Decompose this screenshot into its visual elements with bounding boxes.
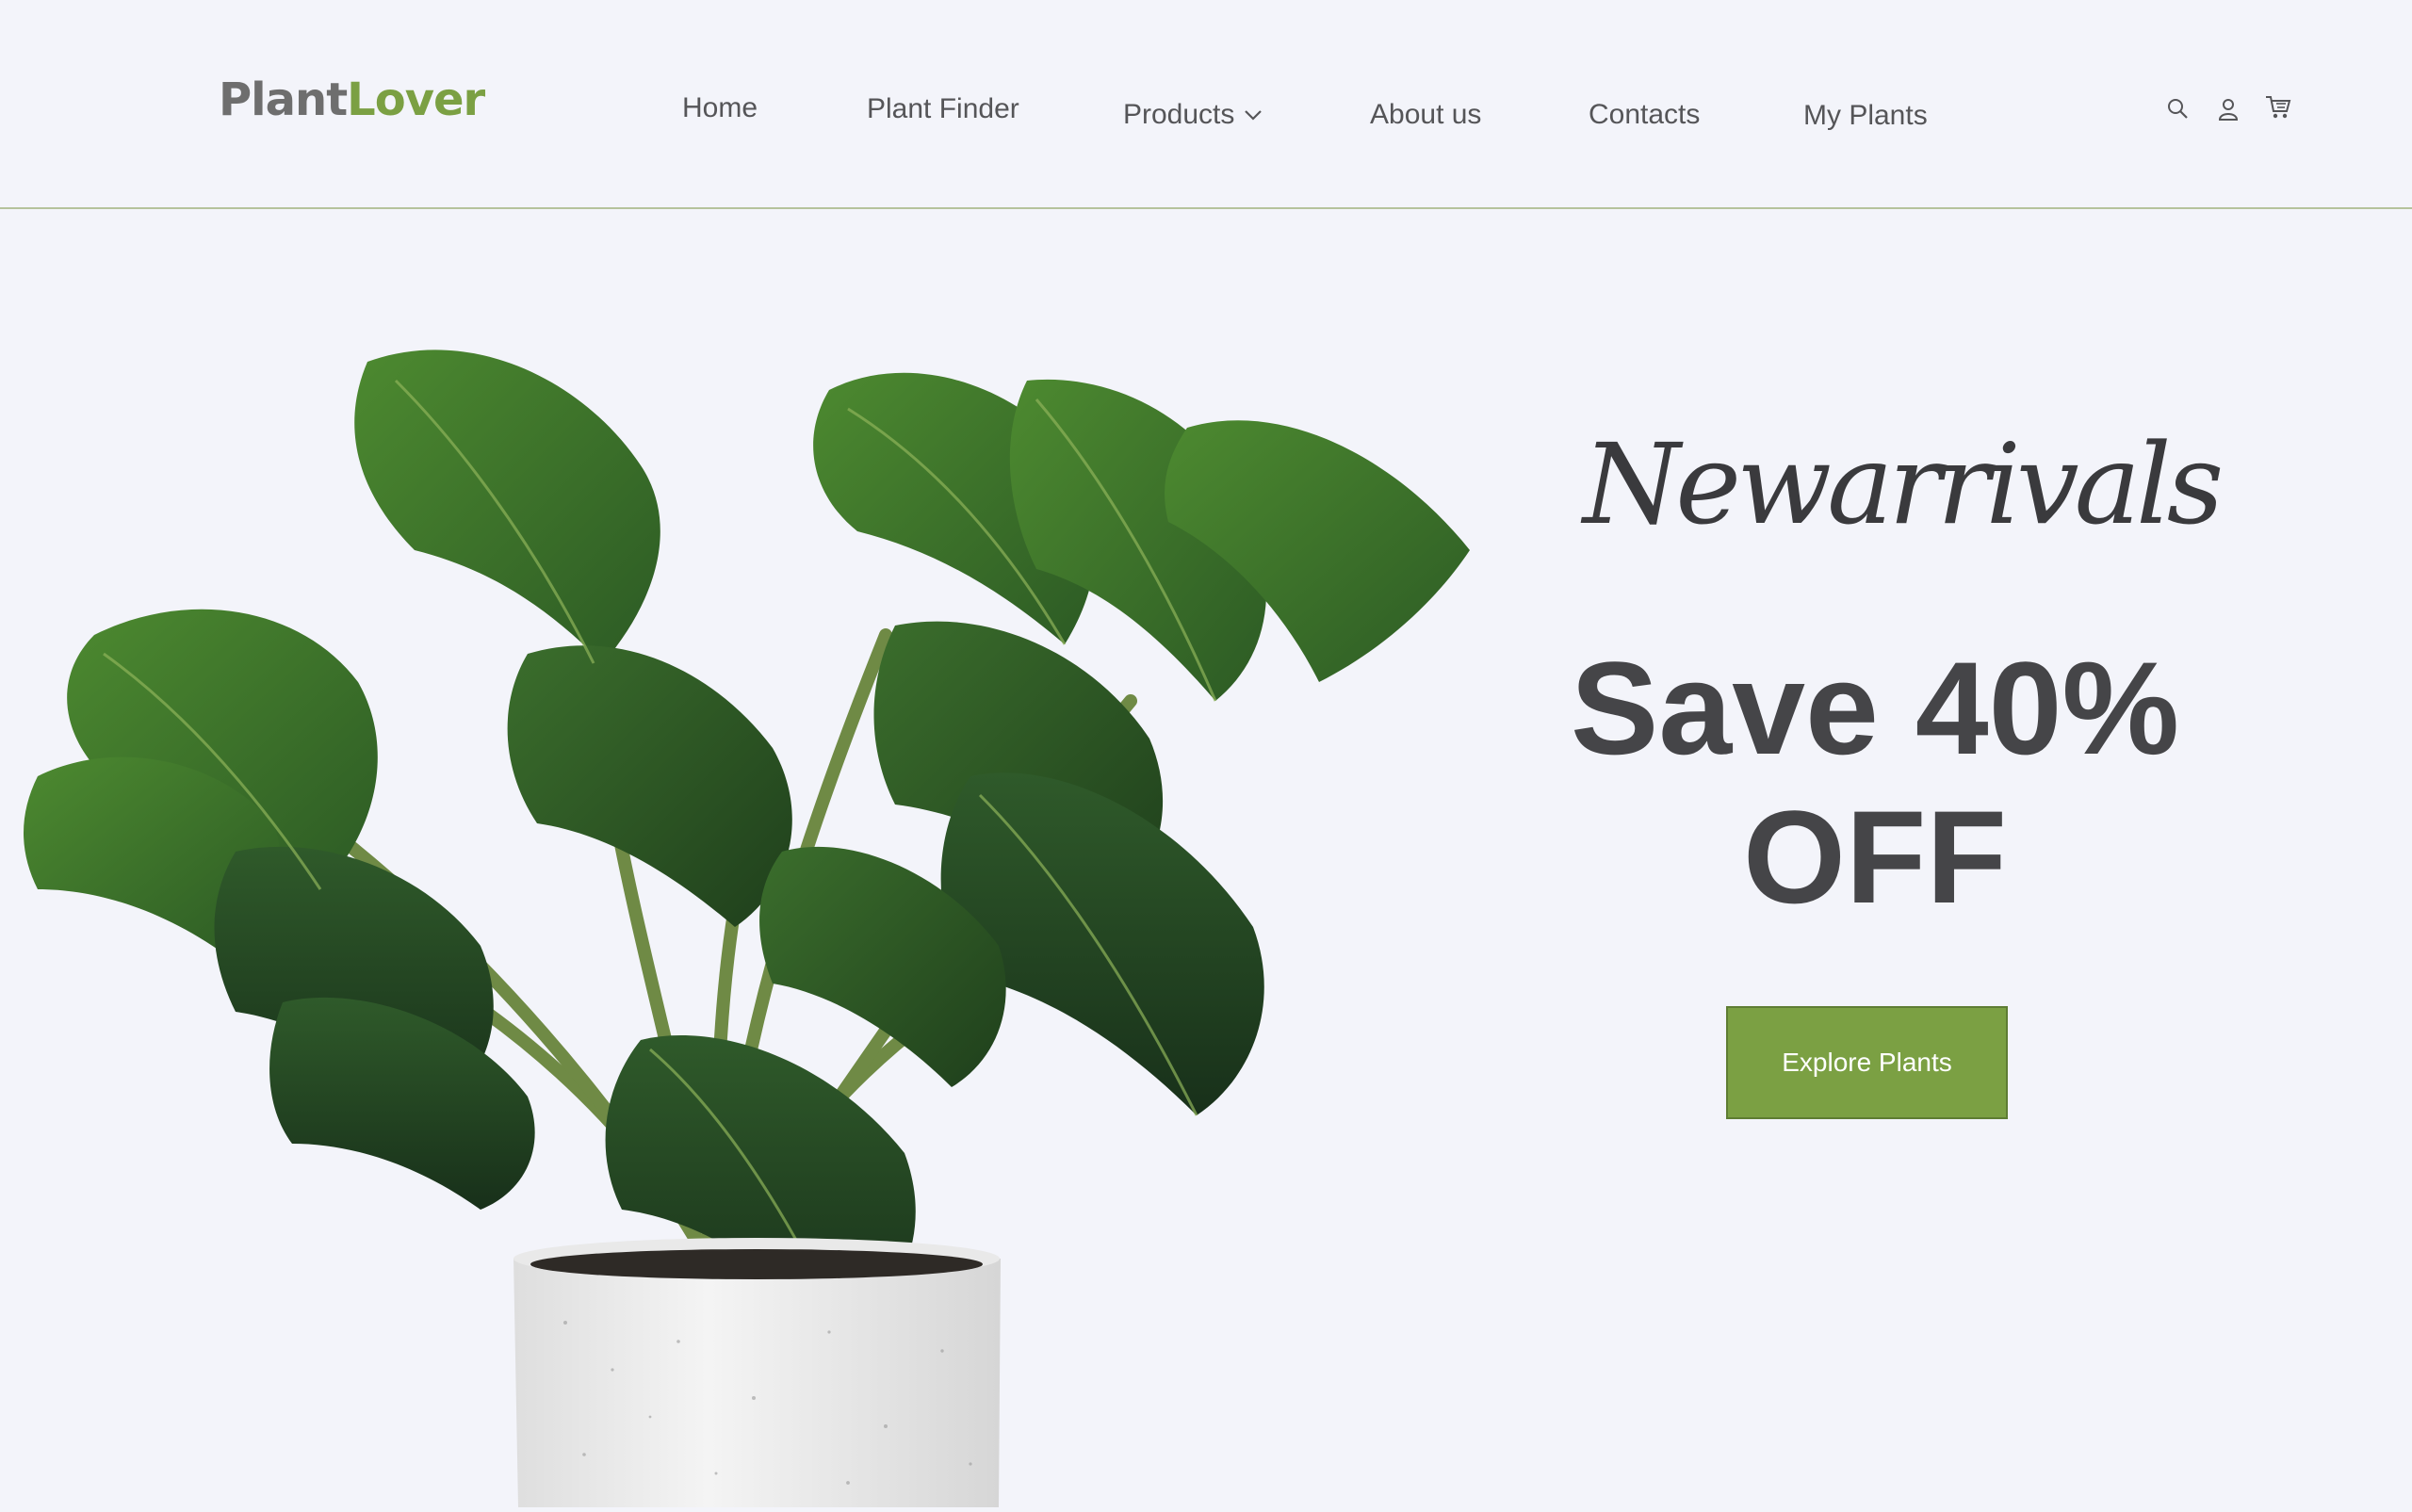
brand-logo-part1: Plant	[219, 73, 348, 126]
nav-products-label: Products	[1123, 99, 1235, 130]
sale-headline-line2: OFF	[1743, 783, 2007, 931]
brand-logo-part2: Lover	[347, 73, 485, 126]
monstera-plant-image	[0, 211, 1508, 1507]
nav-plant-finder[interactable]: Plant Finder	[867, 95, 1019, 123]
nav-contacts[interactable]: Contacts	[1589, 101, 1700, 129]
nav-home[interactable]: Home	[682, 94, 758, 122]
cart-icon[interactable]	[2264, 94, 2291, 121]
new-arrivals-title: Newarrivals	[1583, 419, 2224, 549]
chevron-down-icon	[1244, 99, 1263, 127]
nav-about[interactable]: About us	[1370, 101, 1481, 129]
site-header: PlantLover Home Plant Finder Products Ab…	[0, 0, 2412, 209]
nav-products[interactable]: Products	[1123, 101, 1263, 129]
brand-logo[interactable]: PlantLover	[219, 77, 485, 122]
sale-headline-line1: Save 40%	[1570, 634, 2180, 782]
search-icon[interactable]	[2165, 96, 2192, 122]
explore-plants-button[interactable]: Explore Plants	[1726, 1006, 2008, 1119]
user-icon[interactable]	[2215, 96, 2241, 122]
nav-my-plants[interactable]: My Plants	[1803, 102, 1928, 130]
